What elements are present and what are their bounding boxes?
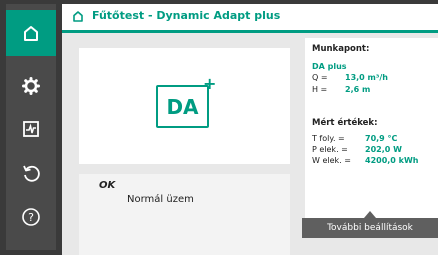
q-label: Q = xyxy=(312,73,328,82)
more-settings-pointer xyxy=(364,211,376,218)
h-label: H = xyxy=(312,85,328,94)
help-icon: ? xyxy=(22,208,40,226)
da-logo: DA xyxy=(156,85,209,128)
measured-values-title: Mért értékek: xyxy=(312,118,378,128)
status-card[interactable]: OK Normál üzem xyxy=(79,174,290,255)
home-icon xyxy=(73,11,83,22)
sidebar-item-diagnostics[interactable] xyxy=(6,107,56,151)
mode-value: DA plus xyxy=(312,62,347,71)
bottom-strip xyxy=(302,238,438,255)
home-icon xyxy=(24,26,38,41)
page-title: Fűtőtest - Dynamic Adapt plus xyxy=(92,9,281,22)
svg-text:?: ? xyxy=(28,211,34,224)
w-value: 4200,0 kWh xyxy=(365,156,419,165)
monitor-icon xyxy=(23,121,39,137)
status-code: OK xyxy=(99,180,116,191)
sidebar-item-help[interactable]: ? xyxy=(6,195,56,239)
operating-point-title: Munkapont: xyxy=(312,44,370,54)
gear-icon xyxy=(22,77,40,95)
w-label: W elek. = xyxy=(312,156,351,165)
da-plus-mark: + xyxy=(203,74,217,93)
t-value: 70,9 °C xyxy=(365,134,398,143)
status-text: Normál üzem xyxy=(127,194,194,205)
p-value: 202,0 W xyxy=(365,145,402,154)
mode-logo-card[interactable]: DA + xyxy=(79,48,290,164)
h-value: 2,6 m xyxy=(345,85,371,94)
p-label: P elek. = xyxy=(312,145,348,154)
t-label: T foly. = xyxy=(312,134,345,143)
sidebar-item-home[interactable] xyxy=(6,11,56,55)
header-bar: Fűtőtest - Dynamic Adapt plus xyxy=(62,4,438,33)
sidebar-item-restore[interactable] xyxy=(6,151,56,195)
q-value: 13,0 m³/h xyxy=(345,73,388,82)
info-panel: Munkapont: DA plus Q = 13,0 m³/h H = 2,6… xyxy=(305,38,438,238)
sidebar-item-settings[interactable] xyxy=(6,64,56,108)
more-settings-button[interactable]: További beállítások xyxy=(302,218,438,238)
undo-icon xyxy=(23,165,40,182)
